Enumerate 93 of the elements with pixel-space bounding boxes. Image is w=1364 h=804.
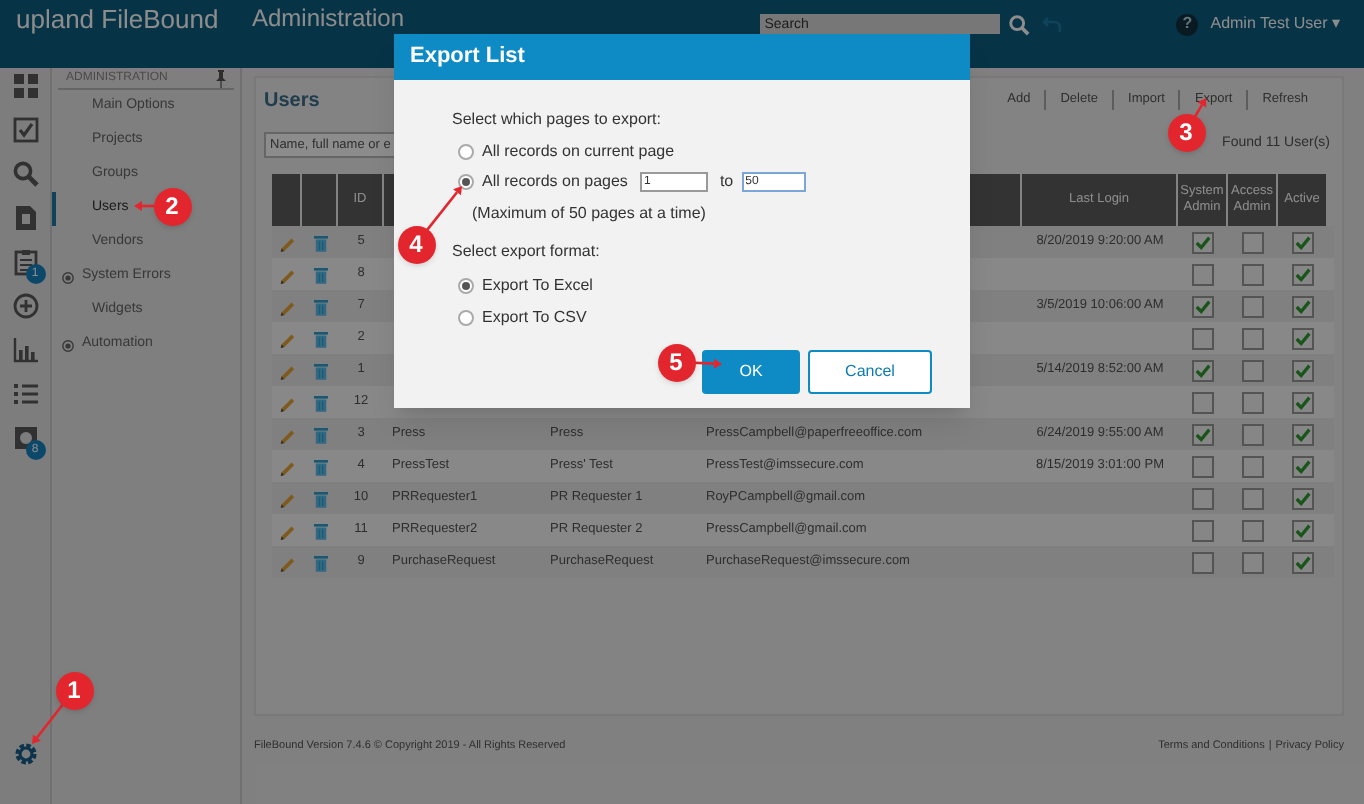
option-label[interactable]: All records on pages (482, 170, 628, 194)
checkbox[interactable] (1242, 551, 1264, 573)
pencil-icon[interactable] (278, 521, 296, 539)
pencil-icon[interactable] (278, 329, 296, 347)
box-icon[interactable] (11, 424, 39, 452)
ok-button[interactable]: OK (702, 350, 800, 394)
trash-icon[interactable] (313, 393, 327, 411)
panel-title: Users (264, 87, 320, 115)
checkbox[interactable] (1242, 487, 1264, 509)
radio-button[interactable] (458, 278, 474, 294)
checkbox[interactable] (1292, 231, 1314, 253)
checkbox[interactable] (1242, 231, 1264, 253)
checkbox[interactable] (1292, 295, 1314, 317)
pencil-icon[interactable] (278, 265, 296, 283)
checkbox[interactable] (1192, 519, 1214, 541)
trash-icon[interactable] (313, 489, 327, 507)
checkbox[interactable] (1242, 391, 1264, 413)
checkbox[interactable] (1242, 295, 1264, 317)
list-icon[interactable] (11, 380, 39, 408)
checkbox-icon[interactable] (11, 116, 39, 144)
checkbox[interactable] (1192, 391, 1214, 413)
radio-button[interactable] (458, 174, 474, 190)
expand-icon[interactable] (62, 271, 74, 283)
pointer-arrow (693, 358, 722, 369)
trash-icon[interactable] (313, 297, 327, 315)
pencil-icon[interactable] (278, 457, 296, 475)
section-label: Select export format: (452, 240, 602, 264)
trash-icon[interactable] (313, 425, 327, 443)
search-icon[interactable] (1008, 13, 1031, 35)
checkbox[interactable] (1192, 551, 1214, 573)
trash-icon[interactable] (313, 361, 327, 379)
checkbox[interactable] (1192, 327, 1214, 349)
grid-icon[interactable] (11, 72, 39, 100)
option-label[interactable]: Export To Excel (482, 274, 593, 298)
checkbox[interactable] (1192, 231, 1214, 253)
pencil-icon[interactable] (278, 361, 296, 379)
help-button[interactable]: ? (1176, 13, 1199, 35)
checkbox[interactable] (1242, 455, 1264, 477)
checkbox[interactable] (1192, 359, 1214, 381)
checkbox[interactable] (1192, 423, 1214, 445)
range-label: to (719, 170, 734, 194)
trash-icon[interactable] (313, 521, 327, 539)
trash-icon[interactable] (313, 265, 327, 283)
radio-button[interactable] (458, 310, 474, 326)
checkbox[interactable] (1292, 487, 1314, 509)
checkbox[interactable] (1292, 327, 1314, 349)
pointer-arrow (134, 201, 154, 211)
app-logo: upland FileBound (16, 6, 221, 34)
settings-icon[interactable] (11, 740, 39, 768)
cancel-button[interactable]: Cancel (808, 350, 932, 394)
trash-icon[interactable] (313, 457, 327, 475)
checkbox[interactable] (1242, 519, 1264, 541)
pointer-arrow (32, 703, 64, 744)
pencil-icon[interactable] (278, 297, 296, 315)
radio-button[interactable] (458, 144, 474, 160)
trash-icon[interactable] (313, 553, 327, 571)
pin-icon[interactable] (216, 69, 226, 87)
checkbox[interactable] (1292, 455, 1314, 477)
section-label: Select which pages to export: (452, 108, 664, 132)
trash-icon[interactable] (313, 233, 327, 251)
clipboard-icon[interactable] (11, 248, 39, 276)
pointer-arrow (426, 186, 462, 231)
checkbox[interactable] (1292, 519, 1314, 541)
pencil-icon[interactable] (278, 233, 296, 251)
checkbox[interactable] (1192, 455, 1214, 477)
plus-circle-icon[interactable] (11, 292, 39, 320)
pencil-icon[interactable] (278, 425, 296, 443)
expand-icon[interactable] (62, 339, 74, 351)
checkbox[interactable] (1292, 359, 1314, 381)
document-icon[interactable] (11, 204, 39, 232)
checkbox[interactable] (1192, 295, 1214, 317)
checkbox[interactable] (1292, 551, 1314, 573)
checkbox[interactable] (1192, 487, 1214, 509)
option-label[interactable]: All records on current page (482, 140, 675, 164)
pencil-icon[interactable] (278, 393, 296, 411)
checkbox[interactable] (1242, 359, 1264, 381)
option-label[interactable]: Export To CSV (482, 306, 587, 330)
checkbox[interactable] (1242, 263, 1264, 285)
page-title: Administration (252, 6, 405, 32)
search-icon[interactable] (11, 160, 39, 188)
pencil-icon[interactable] (278, 553, 296, 571)
checkbox[interactable] (1242, 327, 1264, 349)
checkbox[interactable] (1192, 263, 1214, 285)
checkbox[interactable] (1292, 391, 1314, 413)
user-menu[interactable]: Admin Test User ▾ (1210, 12, 1340, 36)
trash-icon[interactable] (313, 329, 327, 347)
pencil-icon[interactable] (278, 489, 296, 507)
bar-chart-icon[interactable] (11, 336, 39, 364)
hint-text: (Maximum of 50 pages at a time) (472, 202, 708, 226)
checkbox[interactable] (1292, 263, 1314, 285)
checkbox[interactable] (1292, 423, 1314, 445)
checkbox[interactable] (1242, 423, 1264, 445)
dialog-title: Export List (410, 42, 525, 73)
